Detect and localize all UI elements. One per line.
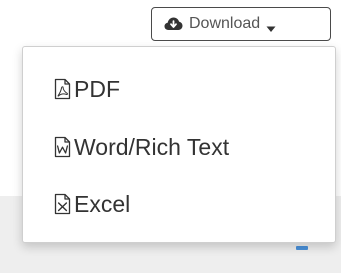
download-button-label: Download [189,15,261,32]
menu-item-pdf[interactable]: PDF [54,69,120,109]
word-file-icon [54,136,71,158]
background-accent [296,246,308,250]
excel-file-icon [54,193,71,215]
menu-item-excel-label: Excel [74,190,131,217]
download-dropdown-menu: PDF Word/Rich Text Excel [22,46,336,243]
cloud-download-icon [164,16,183,32]
pdf-file-icon [54,78,71,100]
download-button[interactable]: Download [151,7,331,41]
page: Download PDF Word/Rich Text Excel [0,0,341,273]
menu-item-word-label: Word/Rich Text [74,133,230,160]
menu-item-excel[interactable]: Excel [54,184,130,224]
caret-down-icon [266,20,276,32]
menu-item-word[interactable]: Word/Rich Text [54,127,229,167]
menu-item-pdf-label: PDF [74,75,120,102]
